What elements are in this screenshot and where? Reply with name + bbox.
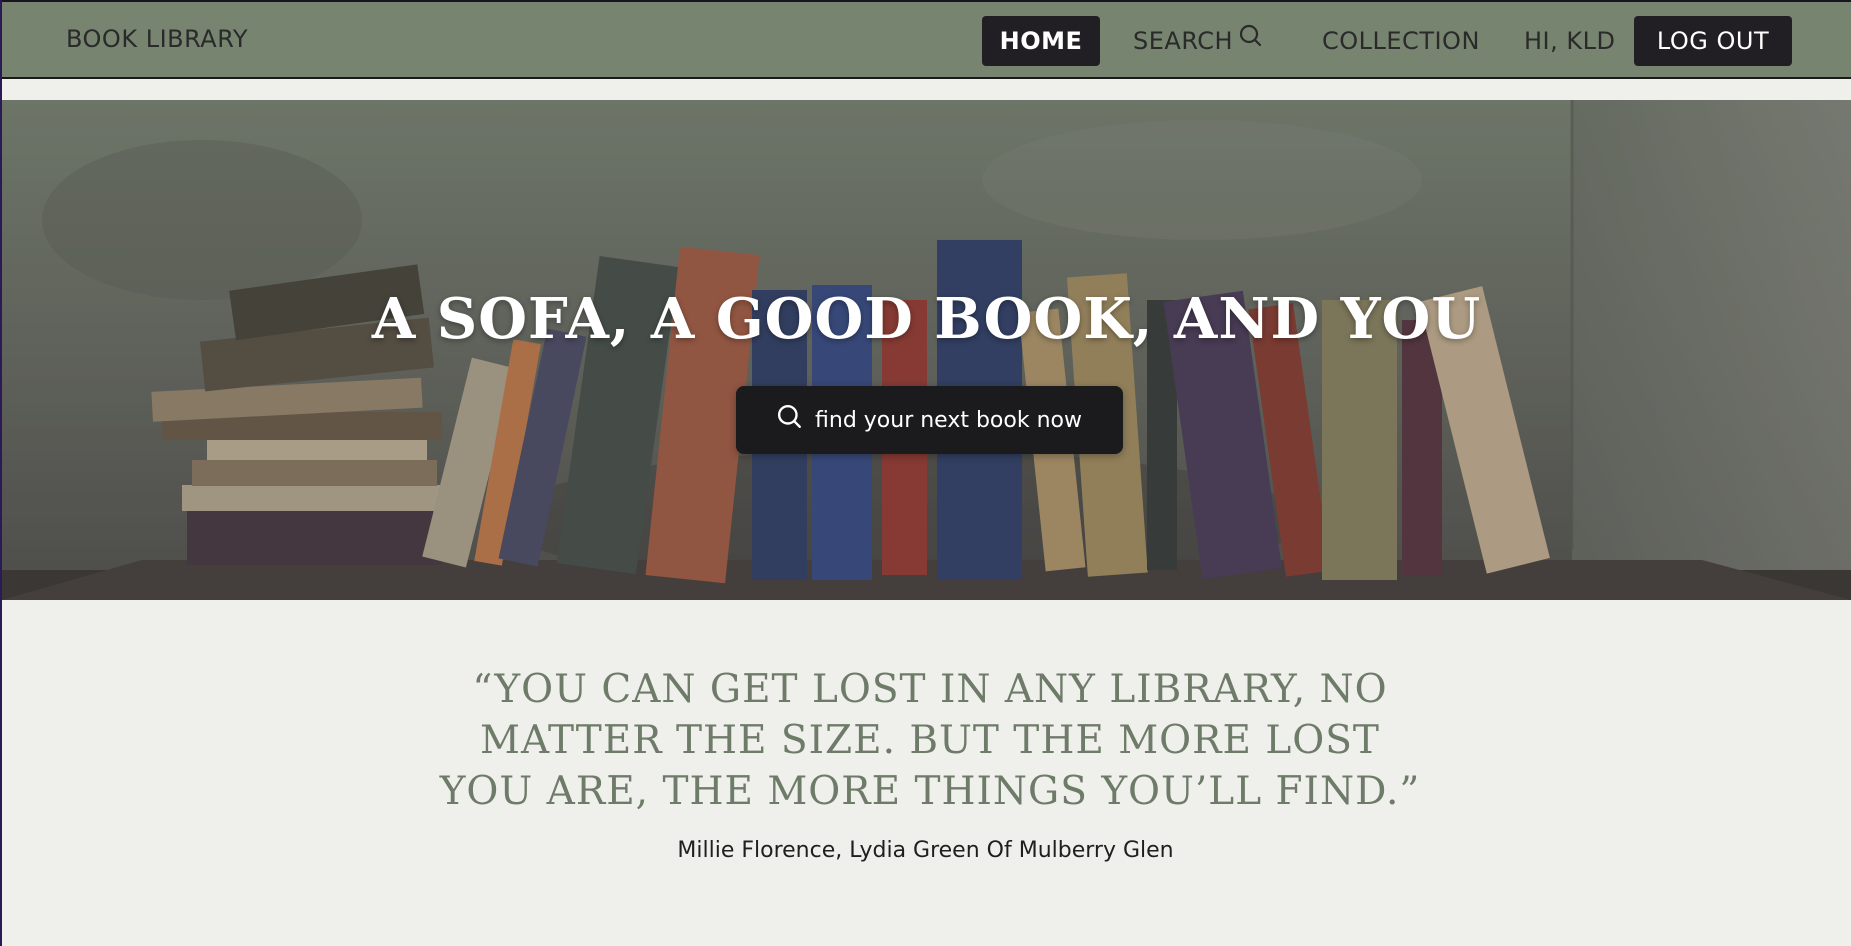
hero-banner: A SOFA, A GOOD BOOK, AND YOU find your n…: [2, 100, 1851, 600]
featured-quote: “YOU CAN GET LOST IN ANY LIBRARY, NO MAT…: [439, 667, 1421, 814]
nav-collection-link[interactable]: COLLECTION: [1322, 16, 1480, 66]
user-greeting: HI, KLD: [1524, 27, 1616, 55]
nav-search-label: SEARCH: [1133, 27, 1234, 55]
quote-attribution: Millie Florence, Lydia Green Of Mulberry…: [677, 838, 1174, 863]
nav-search-link[interactable]: SEARCH: [1133, 16, 1263, 66]
hero-search-button[interactable]: find your next book now: [736, 386, 1123, 454]
search-icon: [777, 404, 803, 436]
logout-button[interactable]: LOG OUT: [1634, 16, 1792, 66]
brand-logo[interactable]: BOOK LIBRARY: [66, 25, 248, 53]
search-icon: [1239, 15, 1263, 65]
top-navbar: BOOK LIBRARY HOME SEARCH COLLECTION HI, …: [2, 2, 1851, 79]
hero-title: A SOFA, A GOOD BOOK, AND YOU: [371, 286, 1482, 352]
nav-home-link[interactable]: HOME: [982, 16, 1100, 66]
hero-search-label: find your next book now: [815, 407, 1082, 433]
